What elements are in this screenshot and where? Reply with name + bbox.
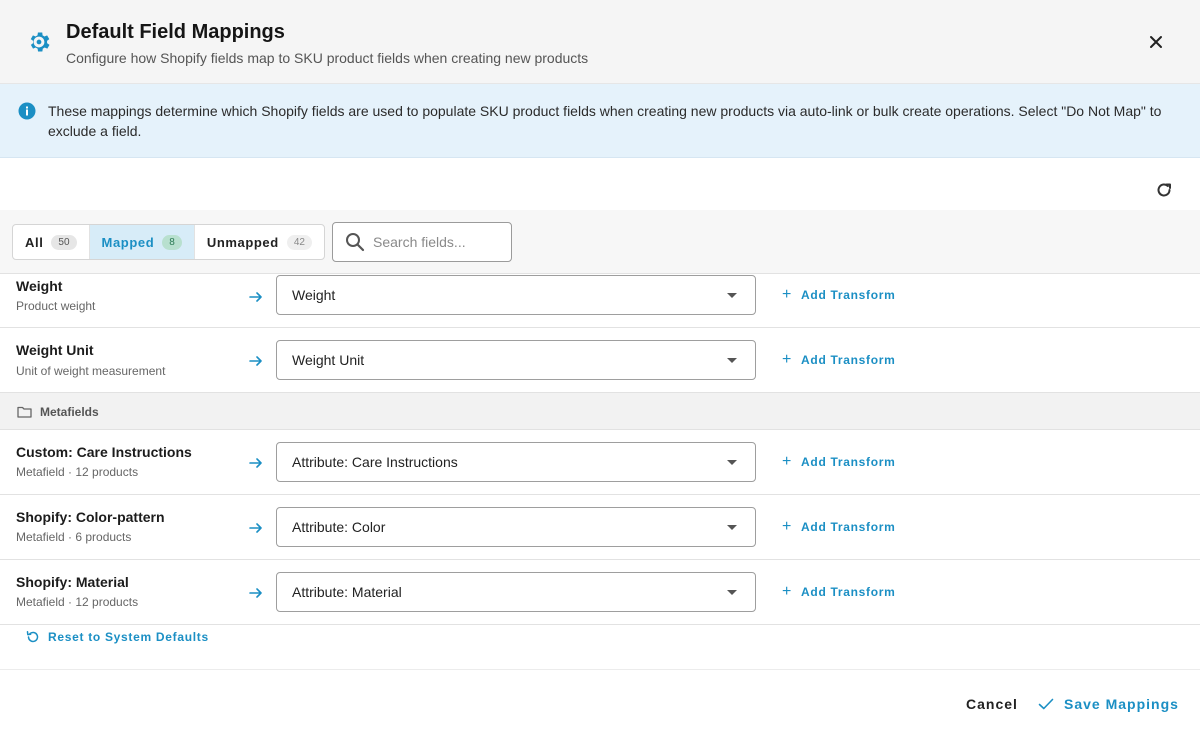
chevron-down-icon bbox=[727, 460, 737, 465]
info-icon bbox=[18, 102, 36, 120]
filter-toolbar: All 50 Mapped 8 Unmapped 42 bbox=[0, 210, 1200, 274]
filter-mapped-label: Mapped bbox=[101, 234, 155, 250]
field-name: Shopify: Color-pattern bbox=[16, 509, 165, 525]
field-description: Unit of weight measurement bbox=[16, 364, 166, 378]
mapping-select-value: Attribute: Material bbox=[292, 584, 402, 600]
arrow-right-icon bbox=[249, 356, 262, 366]
filter-all-label: All bbox=[25, 234, 44, 250]
plus-icon: + bbox=[782, 518, 793, 535]
filter-mapped-button[interactable]: Mapped 8 bbox=[89, 225, 195, 259]
plus-icon: + bbox=[782, 583, 793, 600]
search-box bbox=[332, 222, 512, 262]
info-banner: These mappings determine which Shopify f… bbox=[0, 84, 1200, 158]
field-name: Shopify: Material bbox=[16, 574, 129, 590]
add-transform-button[interactable]: + Add Transform bbox=[782, 286, 896, 303]
filter-unmapped-count: 42 bbox=[286, 234, 312, 250]
field-name: Custom: Care Instructions bbox=[16, 444, 192, 460]
field-name: Weight Unit bbox=[16, 342, 94, 358]
add-transform-label: Add Transform bbox=[801, 353, 896, 367]
add-transform-label: Add Transform bbox=[801, 520, 896, 534]
arrow-right-icon bbox=[249, 458, 262, 468]
cancel-button[interactable]: Cancel bbox=[966, 696, 1018, 712]
mapping-select-value: Attribute: Care Instructions bbox=[292, 454, 458, 470]
mapping-select[interactable]: Attribute: Color bbox=[276, 507, 756, 547]
mapping-select[interactable]: Attribute: Material bbox=[276, 572, 756, 612]
reset-icon bbox=[26, 631, 39, 643]
add-transform-label: Add Transform bbox=[801, 288, 896, 302]
arrow-right-icon bbox=[249, 523, 262, 533]
chevron-down-icon bbox=[727, 358, 737, 363]
check-icon bbox=[1038, 698, 1054, 710]
gear-settings-icon bbox=[30, 32, 50, 52]
plus-icon: + bbox=[782, 286, 793, 303]
field-description: Metafield · 6 products bbox=[16, 530, 132, 544]
mapping-row: Shopify: Material Metafield · 12 product… bbox=[0, 560, 1200, 625]
search-icon bbox=[346, 233, 365, 252]
chevron-down-icon bbox=[727, 525, 737, 530]
field-description: Metafield · 12 products bbox=[16, 595, 139, 609]
save-mappings-label: Save Mappings bbox=[1064, 696, 1179, 712]
chevron-down-icon bbox=[727, 293, 737, 298]
add-transform-label: Add Transform bbox=[801, 455, 896, 469]
plus-icon: + bbox=[782, 351, 793, 368]
arrow-right-icon bbox=[249, 292, 262, 302]
field-description: Metafield · 12 products bbox=[16, 465, 139, 479]
dialog-subtitle: Configure how Shopify fields map to SKU … bbox=[66, 50, 589, 66]
save-mappings-button[interactable]: Save Mappings bbox=[1038, 696, 1179, 712]
dialog-title: Default Field Mappings bbox=[66, 21, 285, 43]
mapping-row: Weight Unit Unit of weight measurement W… bbox=[0, 328, 1200, 393]
mapping-select[interactable]: Weight bbox=[276, 275, 756, 315]
mapping-row: Custom: Care Instructions Metafield · 12… bbox=[0, 430, 1200, 495]
search-input[interactable] bbox=[373, 223, 507, 261]
add-transform-label: Add Transform bbox=[801, 585, 896, 599]
filter-unmapped-button[interactable]: Unmapped 42 bbox=[195, 225, 324, 259]
plus-icon: + bbox=[782, 453, 793, 470]
add-transform-button[interactable]: + Add Transform bbox=[782, 518, 896, 535]
mapping-select-value: Weight Unit bbox=[292, 352, 365, 368]
add-transform-button[interactable]: + Add Transform bbox=[782, 583, 896, 600]
footer-divider bbox=[0, 669, 1200, 670]
field-name: Weight bbox=[16, 278, 63, 294]
mapping-select[interactable]: Attribute: Care Instructions bbox=[276, 442, 756, 482]
mapping-row: Weight Product weight Weight + Add Trans… bbox=[0, 275, 1200, 328]
reset-defaults-button[interactable]: Reset to System Defaults bbox=[26, 630, 209, 644]
mapping-row: Shopify: Color-pattern Metafield · 6 pro… bbox=[0, 495, 1200, 560]
info-banner-text: These mappings determine which Shopify f… bbox=[48, 103, 1162, 139]
mapping-select[interactable]: Weight Unit bbox=[276, 340, 756, 380]
filter-all-button[interactable]: All 50 bbox=[13, 225, 90, 259]
field-description: Product weight bbox=[16, 299, 96, 313]
folder-icon bbox=[17, 406, 32, 418]
filter-all-count: 50 bbox=[51, 234, 77, 250]
refresh-icon[interactable] bbox=[1154, 180, 1174, 200]
arrow-right-icon bbox=[249, 588, 262, 598]
reset-defaults-label: Reset to System Defaults bbox=[48, 630, 209, 644]
filter-toggle-group: All 50 Mapped 8 Unmapped 42 bbox=[12, 224, 325, 260]
chevron-down-icon bbox=[727, 590, 737, 595]
group-label: Metafields bbox=[40, 405, 99, 419]
dialog-header: Default Field Mappings Configure how Sho… bbox=[0, 0, 1200, 84]
mapping-select-value: Weight bbox=[292, 287, 336, 303]
add-transform-button[interactable]: + Add Transform bbox=[782, 351, 896, 368]
metafields-group-header: Metafields bbox=[0, 393, 1200, 430]
mapping-select-value: Attribute: Color bbox=[292, 519, 386, 535]
filter-unmapped-label: Unmapped bbox=[206, 234, 279, 250]
close-icon[interactable] bbox=[1144, 30, 1168, 54]
filter-mapped-count: 8 bbox=[162, 234, 182, 250]
add-transform-button[interactable]: + Add Transform bbox=[782, 453, 896, 470]
